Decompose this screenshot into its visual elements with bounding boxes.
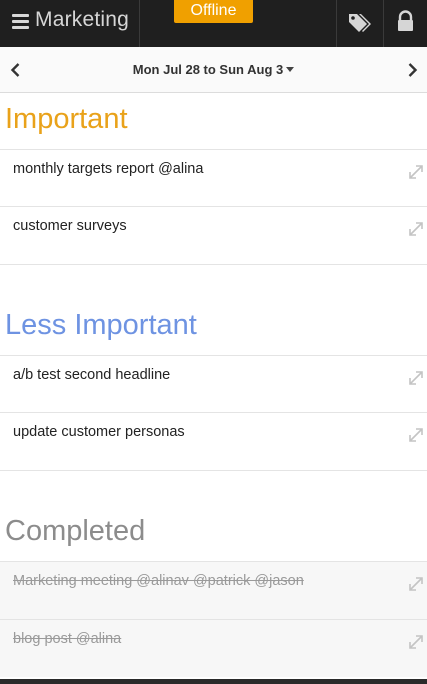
lock-button[interactable] bbox=[384, 0, 427, 47]
divider bbox=[0, 470, 427, 471]
app-title: Marketing bbox=[35, 8, 130, 31]
task-text: update customer personas bbox=[13, 424, 185, 440]
expand-arrow-icon[interactable] bbox=[406, 368, 426, 388]
task-item[interactable]: monthly targets report @alina bbox=[0, 149, 427, 207]
section-title-less-important: Less Important bbox=[5, 309, 197, 341]
offline-badge: Offline bbox=[174, 0, 253, 23]
expand-arrow-icon[interactable] bbox=[406, 574, 426, 594]
bottom-edge bbox=[0, 679, 427, 684]
lock-icon bbox=[398, 10, 413, 31]
tag-icon bbox=[349, 14, 371, 32]
task-item[interactable]: update customer personas bbox=[0, 412, 427, 470]
week-range-label: Mon Jul 28 to Sun Aug 3 bbox=[132, 62, 284, 77]
task-item[interactable]: a/b test second headline bbox=[0, 355, 427, 413]
top-bar: Marketing Offline bbox=[0, 0, 427, 47]
menu-button[interactable]: Marketing bbox=[0, 0, 139, 47]
expand-arrow-icon[interactable] bbox=[406, 425, 426, 445]
week-range-dropdown[interactable]: Mon Jul 28 to Sun Aug 3 bbox=[0, 62, 427, 77]
divider bbox=[0, 264, 427, 265]
divider bbox=[139, 0, 140, 47]
hamburger-icon bbox=[12, 14, 29, 30]
expand-arrow-icon[interactable] bbox=[406, 219, 426, 239]
week-navigation: Mon Jul 28 to Sun Aug 3 bbox=[0, 47, 427, 93]
next-week-button[interactable] bbox=[402, 60, 422, 80]
task-text: customer surveys bbox=[13, 218, 127, 234]
expand-arrow-icon[interactable] bbox=[406, 162, 426, 182]
completed-task-item[interactable]: blog post @alina bbox=[0, 619, 427, 677]
task-text: blog post @alina bbox=[13, 631, 122, 647]
task-text: a/b test second headline bbox=[13, 367, 171, 383]
task-text: monthly targets report @alina bbox=[13, 161, 204, 177]
expand-arrow-icon[interactable] bbox=[406, 632, 426, 652]
chevron-right-icon bbox=[408, 63, 418, 77]
caret-down-icon bbox=[286, 67, 295, 72]
task-item[interactable]: customer surveys bbox=[0, 206, 427, 264]
task-text: Marketing meeting @alinav @patrick @jaso… bbox=[13, 573, 304, 589]
tags-button[interactable] bbox=[337, 0, 382, 47]
section-title-completed: Completed bbox=[5, 515, 146, 547]
completed-task-item[interactable]: Marketing meeting @alinav @patrick @jaso… bbox=[0, 561, 427, 619]
section-title-important: Important bbox=[5, 103, 128, 135]
